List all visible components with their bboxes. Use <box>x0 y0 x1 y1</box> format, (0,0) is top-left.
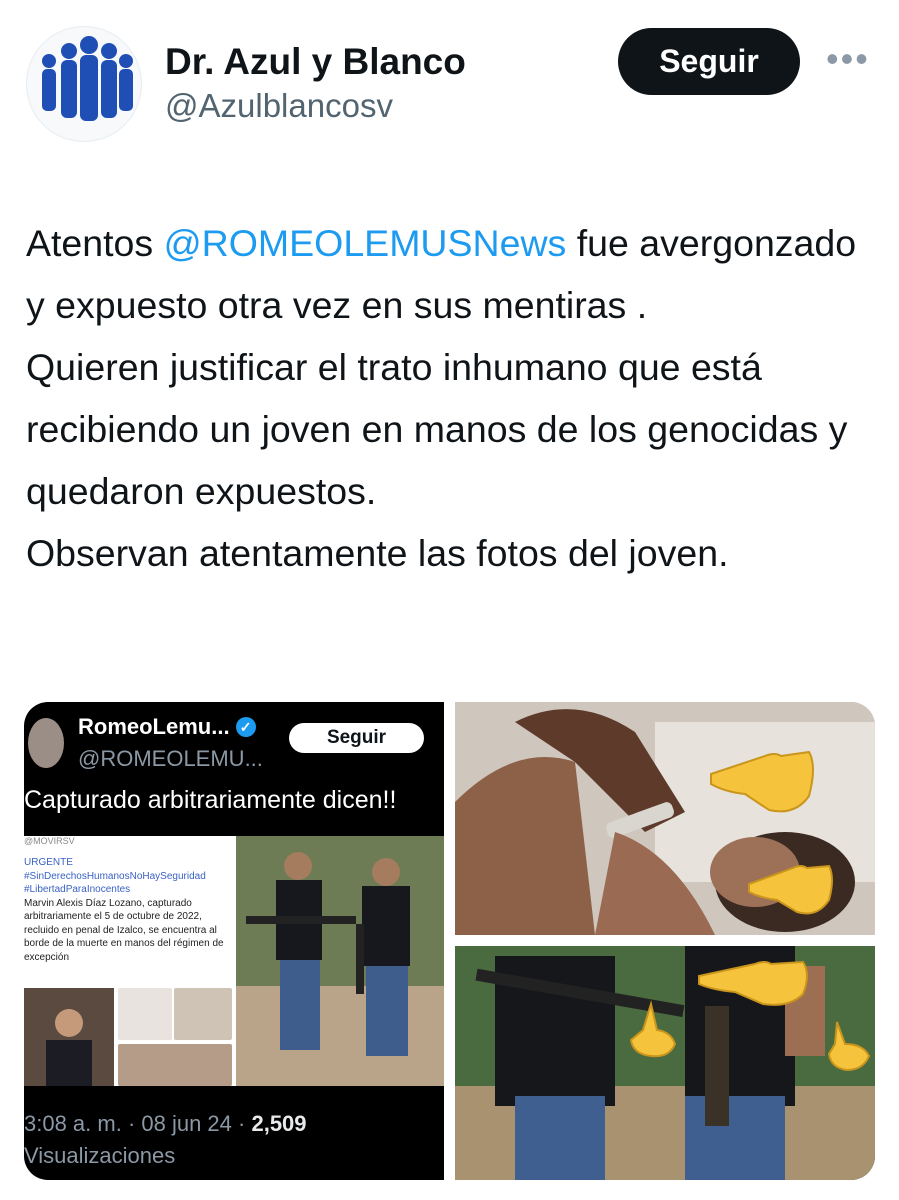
embedded-card: @MOVIRSV URGENTE #SinDerechosHumanosNoHa… <box>24 836 444 1086</box>
mention-link[interactable]: @ROMEOLEMUSNews <box>164 222 567 264</box>
card-photo-man <box>24 988 114 1086</box>
pointing-hand-emoji-icon <box>629 1000 677 1058</box>
embedded-views-count: 2,509 <box>251 1111 307 1136</box>
media-image-1[interactable]: RomeoLemu... ✓ @ROMEOLEMU... Seguir Captu… <box>24 702 444 1180</box>
pointing-hand-emoji-icon <box>698 960 808 1006</box>
more-options-icon[interactable]: ••• <box>826 38 870 80</box>
embedded-follow-button: Seguir <box>289 723 424 753</box>
pointing-hand-emoji-icon <box>710 750 814 813</box>
embedded-post-text: Capturado arbitrariamente dicen!! <box>24 786 397 814</box>
media-image-3[interactable] <box>455 946 875 1180</box>
embedded-avatar <box>28 718 64 768</box>
card-photo-hand <box>118 1044 232 1086</box>
tweet-text-part-2: fue avergonzado y expuesto otra vez en s… <box>26 222 857 574</box>
media-grid: RomeoLemu... ✓ @ROMEOLEMU... Seguir Captu… <box>24 702 875 1180</box>
card-line-urgent: URGENTE <box>24 857 73 868</box>
card-body-text: Marvin Alexis Díaz Lozano, capturado arb… <box>24 897 224 963</box>
embedded-views-label: Visualizaciones <box>24 1143 176 1168</box>
pointing-hand-emoji-icon <box>827 1021 871 1072</box>
follow-button[interactable]: Seguir <box>618 28 800 95</box>
media-image-2[interactable] <box>455 702 875 935</box>
card-photo-bed <box>174 988 232 1040</box>
embedded-handle: @ROMEOLEMU... <box>78 746 263 771</box>
card-photo-men <box>236 836 444 1086</box>
avatar-silhouettes-icon <box>42 36 133 121</box>
author-avatar[interactable] <box>26 26 142 142</box>
card-photo-men-shape <box>236 836 444 1086</box>
author-display-name[interactable]: Dr. Azul y Blanco <box>165 40 466 84</box>
card-text-block: URGENTE #SinDerechosHumanosNoHaySegurida… <box>24 856 232 964</box>
verified-badge-icon: ✓ <box>235 717 256 737</box>
pointing-hand-emoji-icon <box>748 864 833 915</box>
author-handle[interactable]: @Azulblancosv <box>165 84 466 128</box>
embedded-time: 3:08 a. m. · 08 jun 24 · <box>24 1111 252 1136</box>
card-photo-sign <box>118 988 172 1040</box>
card-line-hashtag-2: #LibertadParaInocentes <box>24 884 131 895</box>
author-names: Dr. Azul y Blanco @Azulblancosv <box>165 40 466 128</box>
embedded-name-text: RomeoLemu... <box>78 714 230 739</box>
tweet-text-part-1: Atentos <box>26 222 164 264</box>
embedded-meta: 3:08 a. m. · 08 jun 24 · 2,509 Visualiza… <box>24 1108 307 1172</box>
card-line-hashtag-1: #SinDerechosHumanosNoHaySeguridad <box>24 870 206 882</box>
tweet-text: Atentos @ROMEOLEMUSNews fue avergonzado … <box>26 212 876 584</box>
embedded-author-name: RomeoLemu... ✓ <box>78 714 256 740</box>
card-photo-man-shape <box>24 988 114 1086</box>
